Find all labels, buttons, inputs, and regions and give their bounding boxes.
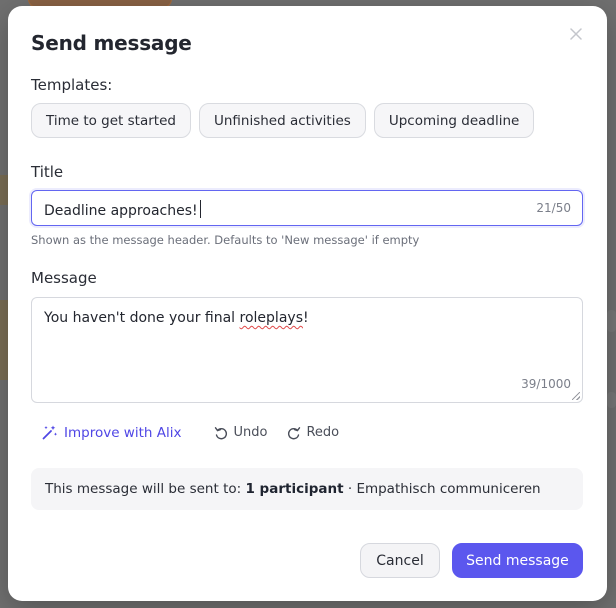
undo-icon — [215, 426, 228, 439]
message-text-prefix: You haven't done your final — [44, 310, 240, 326]
magic-wand-icon — [42, 425, 58, 440]
send-message-button[interactable]: Send message — [452, 543, 583, 578]
close-icon[interactable] — [566, 25, 586, 45]
title-hint: Shown as the message header. Defaults to… — [31, 233, 420, 247]
redo-label: Redo — [306, 425, 340, 440]
text-caret — [199, 200, 201, 218]
participant-count: 1 participant — [245, 481, 344, 497]
improve-with-alix-button[interactable]: Improve with Alix — [41, 424, 181, 441]
title-label: Title — [31, 163, 64, 181]
improve-label: Improve with Alix — [64, 424, 182, 441]
recipients-prefix: This message will be sent to: — [45, 481, 242, 497]
background-element — [0, 300, 8, 380]
background-element — [607, 310, 616, 332]
background-element — [0, 175, 8, 205]
template-unfinished-activities[interactable]: Unfinished activities — [198, 103, 366, 138]
cancel-button[interactable]: Cancel — [360, 543, 440, 578]
group-name: Empathisch communiceren — [356, 481, 541, 497]
template-list: Time to get started Unfinished activitie… — [31, 103, 535, 138]
templates-label: Templates: — [31, 76, 113, 94]
recipients-summary: This message will be sent to: 1 particip… — [31, 468, 583, 510]
misspelled-word: roleplays — [239, 310, 303, 326]
message-char-counter: 39/1000 — [521, 377, 571, 391]
title-input-value: Deadline approaches! — [44, 200, 201, 219]
undo-label: Undo — [233, 425, 268, 440]
dialog-title: Send message — [31, 31, 192, 55]
title-input[interactable]: Deadline approaches! 21/50 — [31, 190, 583, 226]
redo-button[interactable]: Redo — [287, 425, 339, 440]
resize-handle[interactable] — [572, 392, 580, 400]
editor-actions: Improve with Alix Undo Redo — [41, 424, 339, 441]
message-textarea[interactable]: You haven't done your final roleplays! 3… — [31, 297, 583, 403]
message-label: Message — [31, 269, 97, 287]
send-message-dialog: Send message Templates: Time to get star… — [8, 6, 607, 601]
background-element — [607, 392, 616, 408]
template-time-to-get-started[interactable]: Time to get started — [31, 103, 191, 138]
redo-icon — [288, 426, 301, 439]
separator: · — [347, 481, 353, 497]
undo-button[interactable]: Undo — [214, 425, 267, 440]
title-char-counter: 21/50 — [536, 201, 571, 215]
title-input-text: Deadline approaches! — [44, 203, 198, 219]
template-upcoming-deadline[interactable]: Upcoming deadline — [373, 103, 535, 138]
message-text-suffix: ! — [302, 310, 309, 326]
message-text: You haven't done your final roleplays! — [44, 310, 309, 326]
